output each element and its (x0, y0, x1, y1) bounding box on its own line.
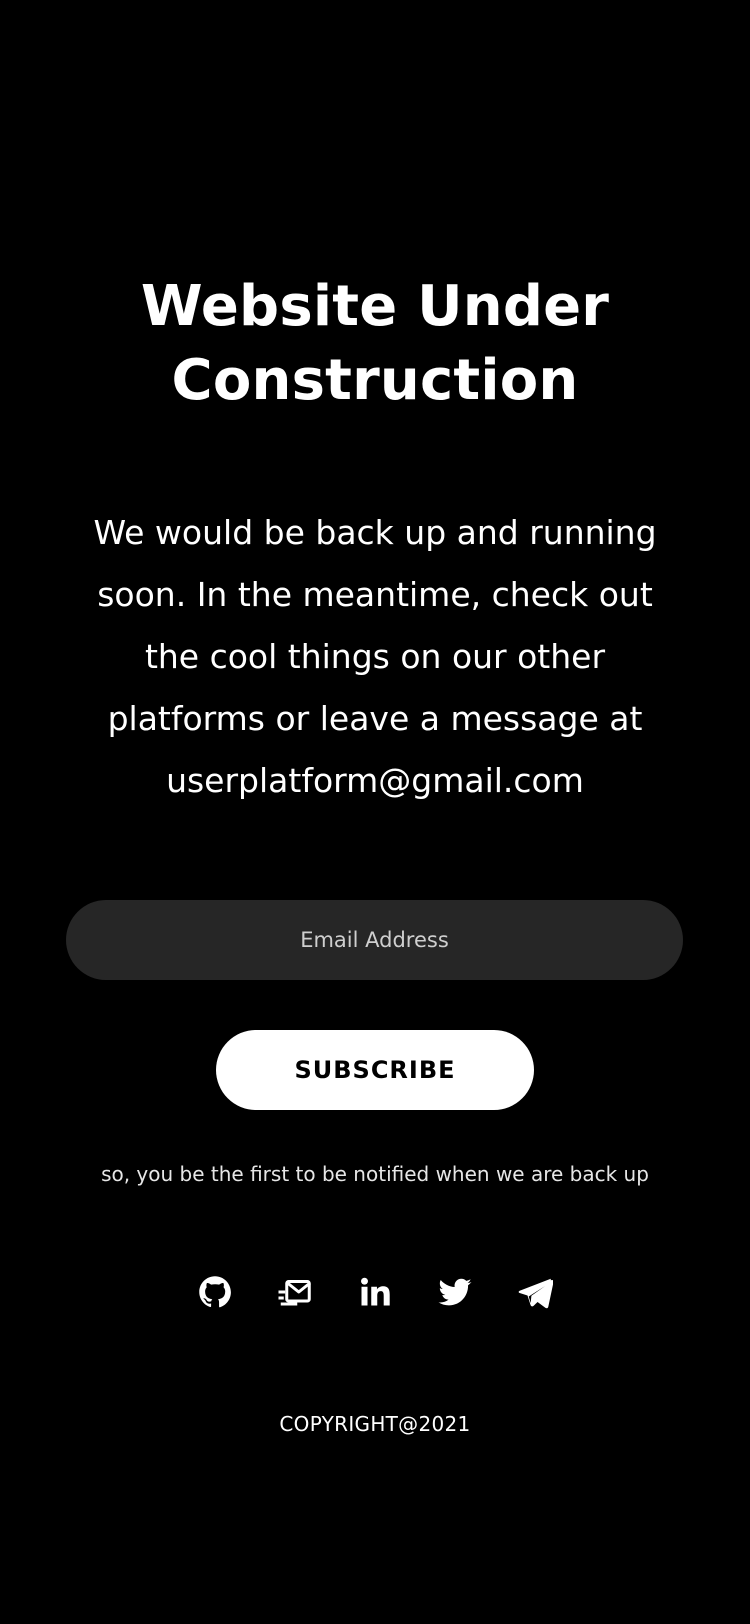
mail-icon (278, 1280, 311, 1306)
subscribe-notice: so, you be the first to be notified when… (101, 1162, 649, 1186)
title-line-1: Website Under (140, 274, 610, 339)
email-address-input[interactable] (66, 900, 683, 980)
construction-message: We would be back up and running soon. In… (93, 513, 657, 800)
twitter-link[interactable] (437, 1274, 473, 1310)
github-link[interactable] (197, 1274, 233, 1310)
subscribe-button[interactable]: SUBSCRIBE (216, 1030, 534, 1110)
under-construction-page: Website Under Construction We would be b… (0, 0, 750, 1624)
copyright-text: COPYRIGHT@2021 (279, 1412, 471, 1436)
linkedin-link[interactable] (357, 1274, 393, 1310)
title-line-2: Construction (171, 348, 579, 413)
page-title: Website Under Construction (0, 270, 750, 418)
github-icon (199, 1276, 231, 1308)
social-links (0, 1270, 750, 1314)
twitter-icon (438, 1278, 472, 1306)
mail-link[interactable] (277, 1274, 313, 1310)
telegram-icon (518, 1278, 553, 1309)
telegram-link[interactable] (517, 1274, 553, 1310)
linkedin-icon (361, 1277, 390, 1306)
